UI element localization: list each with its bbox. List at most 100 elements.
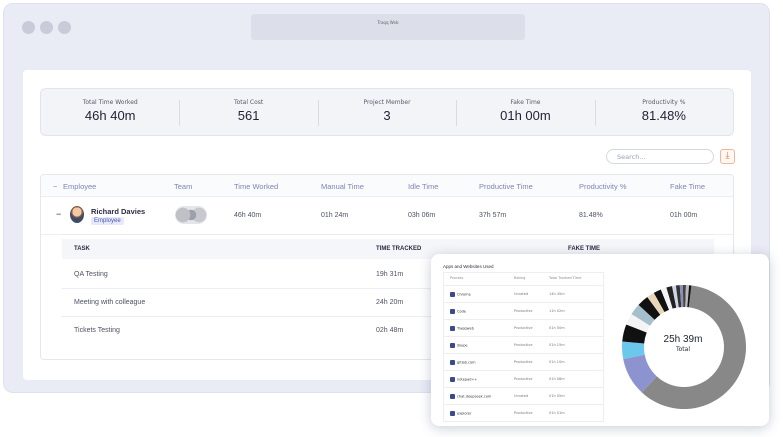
app-icon (450, 394, 455, 399)
col-process: Process (450, 276, 464, 280)
app-row[interactable]: Code Productive 11h 02m (444, 302, 603, 319)
task-name: Tickets Testing (74, 327, 120, 334)
address-bar[interactable]: Traqq Web (251, 14, 525, 40)
app-icon (450, 411, 455, 416)
app-row[interactable]: chat.deepseek.com Unrated 01h 05m (444, 387, 603, 404)
app-time: 01h 08m (549, 377, 565, 381)
stat-label: Total Cost (233, 99, 264, 106)
stat-value: 81.48% (641, 108, 686, 123)
app-rating: Productive (514, 411, 533, 415)
app-row[interactable]: notepad++ Productive 01h 08m (444, 370, 603, 387)
stat-value: 01h 00m (500, 108, 551, 123)
app-rating: Productive (514, 309, 533, 313)
app-rating: Productive (514, 343, 533, 347)
browser-titlebar: Traqq Web (4, 4, 769, 50)
app-name-text: Chrome (457, 292, 471, 297)
col-task: TASK (74, 246, 90, 252)
app-name-text: Skype (457, 343, 468, 348)
col-fake-time: FAKE TIME (568, 246, 601, 252)
app-row[interactable]: gitlab.com Productive 01h 10m (444, 353, 603, 370)
cell-fake-time: 01h 00m (670, 212, 698, 219)
row-collapse-toggle[interactable]: − (56, 209, 61, 219)
app-name-text: explorer (457, 411, 472, 416)
donut-total-value: 25h 39m (663, 334, 703, 345)
search-input[interactable]: Search... (606, 149, 714, 164)
stat-total-time-worked: Total Time Worked 46h 40m (41, 89, 179, 135)
window-minimize-dot[interactable] (40, 21, 53, 34)
cell-productivity: 81.48% (579, 212, 603, 219)
download-button[interactable]: ⤓ (720, 149, 735, 164)
app-name-text: gitlab.com (457, 360, 476, 365)
app-rating: Unrated (514, 394, 529, 398)
donut-total-label: Total (675, 346, 690, 353)
app-name: Chrome (450, 292, 471, 297)
stat-project-member: Project Member 3 (317, 89, 456, 135)
col-manual-time[interactable]: Manual Time (321, 182, 364, 191)
app-name: notepad++ (450, 377, 477, 382)
download-icon: ⤓ (725, 151, 730, 161)
app-icon (450, 326, 455, 331)
app-name: gitlab.com (450, 360, 476, 365)
stat-total-cost: Total Cost 561 (179, 89, 317, 135)
col-team[interactable]: Team (174, 182, 192, 191)
app-rating: Productive (514, 360, 533, 364)
stat-label: Fake Time (510, 99, 541, 106)
stat-label: Project Member (363, 99, 411, 106)
app-icon (450, 309, 455, 314)
app-name-text: Code (457, 309, 466, 314)
stat-label: Productivity % (642, 99, 686, 106)
apps-table: Process Rating Total Tracked Time Chrome… (443, 272, 604, 422)
employee-name[interactable]: Richard Davies (91, 207, 145, 216)
app-row[interactable]: explorer Productive 01h 01m (444, 404, 603, 421)
address-bar-text: Traqq Web (377, 20, 399, 25)
col-employee[interactable]: Employee (63, 182, 96, 191)
app-name: Skype (450, 343, 468, 348)
col-idle-time[interactable]: Idle Time (408, 182, 438, 191)
col-time-worked[interactable]: Time Worked (234, 182, 278, 191)
app-row[interactable]: Skype Productive 01h 15m (444, 336, 603, 353)
collapse-all-toggle[interactable]: − (53, 182, 57, 191)
col-productivity[interactable]: Productivity % (579, 182, 627, 191)
popup-title: Apps and Websites Used (443, 264, 494, 269)
col-time-tracked: TIME TRACKED (376, 246, 422, 252)
app-name: chat.deepseek.com (450, 394, 491, 399)
table-header: − Employee Team Time Worked Manual Time … (41, 175, 733, 197)
stat-value: 561 (237, 108, 260, 123)
app-name: explorer (450, 411, 471, 416)
app-time: 14h 45m (549, 292, 565, 296)
stat-productivity: Productivity % 81.48% (594, 89, 733, 135)
app-rating: Productive (514, 326, 533, 330)
app-icon (450, 360, 455, 365)
window-maximize-dot[interactable] (58, 21, 71, 34)
app-time: 01h 10m (549, 360, 565, 364)
app-name-text: chat.deepseek.com (457, 394, 492, 399)
app-time: 01h 50m (549, 326, 565, 330)
task-name: Meeting with colleague (74, 299, 146, 306)
cell-time-worked: 46h 40m (234, 212, 262, 219)
summary-stats: Total Time Worked 46h 40m Total Cost 561… (40, 88, 734, 136)
stat-value: 46h 40m (84, 108, 136, 123)
task-name: QA Testing (74, 271, 108, 278)
col-productive-time[interactable]: Productive Time (479, 182, 533, 191)
window-close-dot[interactable] (22, 21, 35, 34)
app-icon (450, 377, 455, 382)
app-rating: Unrated (514, 292, 529, 296)
stat-label: Total Time Worked (82, 99, 138, 106)
app-row[interactable]: Traqqweb Productive 01h 50m (444, 319, 603, 336)
table-row[interactable]: − Richard Davies Employee 46h 40m 01h 24… (41, 197, 733, 235)
col-fake-time[interactable]: Fake Time (670, 182, 705, 191)
stat-value: 3 (383, 108, 391, 123)
role-badge: Employee (91, 217, 124, 225)
task-time: 19h 31m (376, 271, 404, 278)
app-name-text: Traqqweb (457, 326, 474, 331)
app-time: 11h 02m (549, 309, 565, 313)
app-icon (450, 292, 455, 297)
cell-idle-time: 03h 06m (408, 212, 436, 219)
task-time: 02h 48m (376, 327, 404, 334)
app-name-text: notepad++ (457, 377, 478, 382)
stat-fake-time: Fake Time 01h 00m (456, 89, 594, 135)
avatar (70, 206, 84, 223)
col-total-tracked-time: Total Tracked Time (549, 276, 582, 280)
app-row[interactable]: Chrome Unrated 14h 45m (444, 285, 603, 302)
col-rating: Rating (514, 276, 526, 280)
